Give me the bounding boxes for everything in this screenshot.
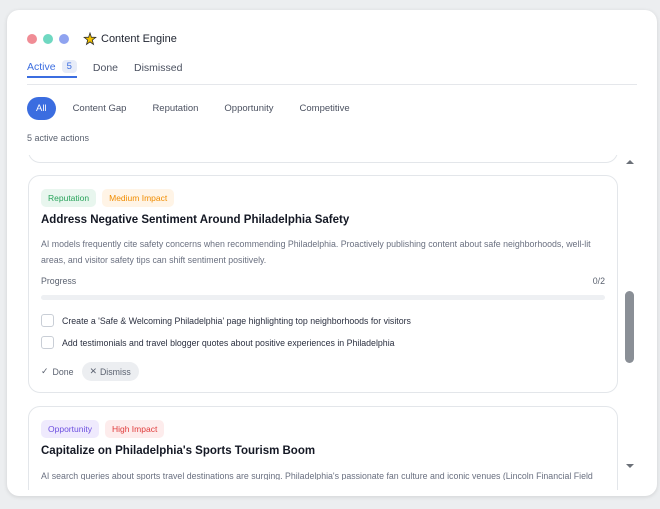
card-actions: ✓ Done ✕ Dismiss [41,362,139,381]
active-actions-count: 5 active actions [27,133,90,143]
card-badges: Opportunity High Impact [41,420,170,438]
filter-chip-competitive[interactable]: Competitive [291,97,359,120]
category-badge: Reputation [41,189,97,207]
close-icon: ✕ [89,366,97,376]
filter-chip-reputation[interactable]: Reputation [143,97,207,120]
scrollbar-thumb[interactable] [625,291,634,363]
progress-bar [41,295,605,300]
sparkle-star-icon [83,31,97,46]
impact-badge: Medium Impact [102,189,175,207]
status-tabs: Active 5 Done Dismissed [27,58,198,78]
scroll-down-arrow-icon[interactable] [623,459,637,473]
vertical-scrollbar[interactable] [623,155,637,490]
task-item: Create a 'Safe & Welcoming Philadelphia'… [41,314,411,327]
filter-chips: All Content Gap Reputation Opportunity C… [27,97,367,120]
actions-list: Reputation Medium Impact Address Negativ… [25,155,621,490]
action-card-previous [28,155,618,163]
tab-active[interactable]: Active 5 [27,60,77,78]
card-description: AI search queries about sports travel de… [41,471,593,480]
tab-dismissed[interactable]: Dismissed [134,62,182,78]
progress-count: 0/2 [592,276,605,286]
title-bar: Content Engine [27,31,177,46]
action-card: Opportunity High Impact Capitalize on Ph… [28,406,618,490]
scroll-up-arrow-icon[interactable] [623,155,637,169]
task-checkbox[interactable] [41,314,54,327]
close-window-button[interactable] [27,34,37,44]
done-label: Done [52,366,74,377]
filter-chip-all[interactable]: All [27,97,56,120]
task-label: Create a 'Safe & Welcoming Philadelphia'… [62,315,411,326]
filter-chip-opportunity[interactable]: Opportunity [215,97,282,120]
impact-badge: High Impact [104,420,165,438]
task-checkbox[interactable] [41,336,54,349]
tab-label: Dismissed [134,62,183,74]
card-title: Capitalize on Philadelphia's Sports Tour… [41,445,316,457]
progress-label: Progress [41,276,77,286]
dismiss-label: Dismiss [99,366,131,377]
action-card: Reputation Medium Impact Address Negativ… [28,175,618,393]
card-title: Address Negative Sentiment Around Philad… [41,214,350,226]
check-icon: ✓ [41,366,49,376]
filter-chip-content-gap[interactable]: Content Gap [64,97,136,120]
tab-label: Done [92,62,118,74]
card-description: AI models frequently cite safety concern… [41,239,591,265]
app-window: Content Engine Active 5 Done Dismissed A… [7,10,657,496]
tabs-divider [27,84,637,85]
done-button[interactable]: ✓ Done [41,366,74,377]
tab-done[interactable]: Done [93,62,118,78]
maximize-window-button[interactable] [59,34,69,44]
tab-label: Active [27,60,56,73]
card-badges: Reputation Medium Impact [41,189,180,207]
dismiss-button[interactable]: ✕ Dismiss [81,362,139,381]
minimize-window-button[interactable] [43,34,53,44]
task-item: Add testimonials and travel blogger quot… [41,336,395,349]
task-label: Add testimonials and travel blogger quot… [62,337,395,348]
category-badge: Opportunity [41,420,99,438]
app-title: Content Engine [101,33,177,45]
tab-count-badge: 5 [61,60,77,73]
